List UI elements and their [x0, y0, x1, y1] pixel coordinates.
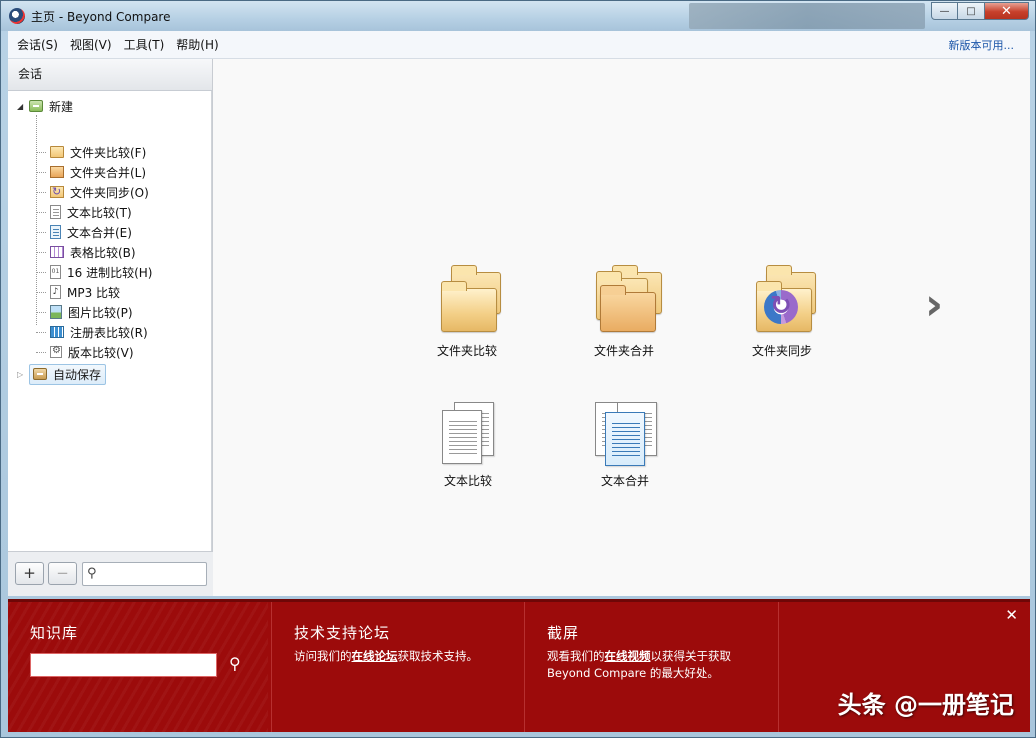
app-window: 主页 - Beyond Compare — □ ✕ 会话(S) 视图(V) 工具… — [0, 0, 1036, 738]
tree-item-folder-compare[interactable]: 文件夹比较(F) — [36, 143, 146, 161]
maximize-button[interactable]: □ — [958, 2, 985, 20]
tree-item-label: 文本合并(E) — [67, 225, 132, 240]
tree-item-label: 16 进制比较(H) — [67, 265, 153, 280]
tree-item-label: 版本比较(V) — [68, 345, 134, 360]
tree-item-hex-compare[interactable]: 01 16 进制比较(H) — [36, 263, 152, 281]
tree-item-label: 文本比较(T) — [67, 205, 132, 220]
tree-node-new-label: 新建 — [49, 99, 74, 114]
text-compare-icon — [436, 402, 500, 466]
tree-item-folder-sync[interactable]: 文件夹同步(O) — [36, 183, 149, 201]
close-button[interactable]: ✕ — [985, 2, 1029, 20]
tree-item-label: 文件夹合并(L) — [70, 165, 147, 180]
watermark-text: 头条 @一册笔记 — [837, 691, 1014, 719]
forum-section: 技术支持论坛 访问我们的在线论坛获取技术支持。 — [272, 602, 525, 732]
tree-item-label: 注册表比较(R) — [70, 325, 148, 340]
hex-compare-icon: 01 — [50, 265, 61, 279]
close-panel-button[interactable]: ✕ — [1005, 606, 1018, 624]
tile-text-merge[interactable]: 文本合并 — [570, 402, 680, 489]
tree-item-text-merge[interactable]: 文本合并(E) — [36, 223, 132, 241]
tile-folder-sync[interactable]: 文件夹同步 — [727, 265, 837, 359]
minimize-button[interactable]: — — [931, 2, 958, 20]
window-title: 主页 - Beyond Compare — [31, 10, 171, 24]
tree-item-label: MP3 比较 — [67, 285, 121, 300]
expanded-triangle-icon[interactable]: ◢ — [17, 102, 25, 111]
mp3-compare-icon: ♪ — [50, 285, 61, 299]
knowledge-base-title: 知识库 — [30, 624, 79, 642]
tree-item-picture-compare[interactable]: 图片比较(P) — [36, 303, 133, 321]
tree-item-label: 文件夹比较(F) — [70, 145, 147, 160]
picture-compare-icon — [50, 305, 62, 319]
sidebar-header: 会话 — [8, 59, 212, 91]
folder-compare-icon — [435, 265, 501, 336]
app-logo-icon — [9, 8, 25, 24]
tile-label: 文件夹合并 — [593, 344, 654, 358]
sidebar-footer: + − ⚲ — [8, 551, 213, 596]
knowledge-base-section: 知识库 ⚲ — [8, 602, 272, 732]
menu-bar: 会话(S) 视图(V) 工具(T) 帮助(H) 新版本可用... — [8, 31, 1030, 59]
sync-arrows-icon — [764, 290, 798, 324]
online-forum-link[interactable]: 在线论坛 — [352, 649, 398, 663]
tree-item-text-compare[interactable]: 文本比较(T) — [36, 203, 132, 221]
tree-item-version-compare[interactable]: 版本比较(V) — [36, 343, 134, 361]
menu-session[interactable]: 会话(S) — [8, 31, 64, 59]
folder-sync-icon — [750, 265, 816, 336]
new-version-link[interactable]: 新版本可用... — [949, 37, 1015, 53]
tree-item-label: 表格比较(B) — [70, 245, 136, 260]
registry-compare-icon — [50, 326, 64, 338]
add-session-button[interactable]: + — [15, 562, 44, 585]
next-page-chevron-icon[interactable]: › — [925, 283, 943, 327]
tree-node-new[interactable]: ◢ 新建 — [17, 97, 73, 115]
menu-tools[interactable]: 工具(T) — [118, 31, 171, 59]
table-compare-icon — [50, 246, 64, 258]
blurred-background-window — [689, 3, 925, 29]
tile-label: 文本合并 — [600, 474, 649, 488]
tile-folder-merge[interactable]: 文件夹合并 — [569, 265, 679, 359]
collapsed-triangle-icon[interactable]: ▷ — [17, 370, 25, 379]
session-search-input[interactable]: ⚲ — [82, 562, 207, 586]
folder-compare-icon — [50, 146, 64, 158]
tree-item-registry-compare[interactable]: 注册表比较(R) — [36, 323, 148, 341]
new-session-icon — [29, 100, 43, 112]
autosave-icon — [33, 368, 47, 380]
autosave-selection[interactable]: 自动保存 — [29, 363, 107, 385]
folder-merge-icon — [50, 166, 64, 178]
info-panel: 知识库 ⚲ 技术支持论坛 访问我们的在线论坛获取技术支持。 截屏 观看我们的在线… — [8, 599, 1030, 732]
version-compare-icon — [50, 345, 62, 358]
tree-item-label: 文件夹同步(O) — [70, 185, 149, 200]
text-compare-icon — [50, 205, 61, 219]
folder-merge-icon — [592, 265, 662, 336]
search-icon[interactable]: ⚲ — [229, 654, 241, 673]
knowledge-base-search-input[interactable] — [30, 653, 217, 677]
text-merge-icon — [50, 225, 61, 239]
tile-label: 文件夹同步 — [751, 344, 812, 358]
tile-label: 文件夹比较 — [436, 344, 497, 358]
tree-node-autosave[interactable]: ▷ 自动保存 — [17, 363, 107, 385]
tile-label: 文本比较 — [443, 474, 492, 488]
search-icon: ⚲ — [87, 566, 97, 581]
tree-node-autosave-label: 自动保存 — [53, 367, 102, 382]
forum-text: 访问我们的在线论坛获取技术支持。 — [294, 649, 478, 663]
folder-sync-icon — [50, 185, 64, 198]
tile-folder-compare[interactable]: 文件夹比较 — [412, 265, 522, 359]
screencast-section: 截屏 观看我们的在线视频以获得关于获取 Beyond Compare 的最大好处。 — [525, 602, 779, 732]
sessions-sidebar: 会话 ◢ 新建 文件夹比较(F) 文件夹合并(L) 文件夹同步(O) — [8, 59, 213, 596]
home-view: 文件夹比较 文件夹合并 文件夹同步 文本比较 — [213, 59, 1030, 596]
screencast-title: 截屏 — [547, 624, 580, 642]
tile-text-compare[interactable]: 文本比较 — [413, 402, 523, 489]
empty-section: ✕ 头条 @一册笔记 — [779, 602, 1030, 732]
forum-title: 技术支持论坛 — [294, 624, 391, 642]
menu-view[interactable]: 视图(V) — [64, 31, 118, 59]
screencast-text: 观看我们的在线视频以获得关于获取 Beyond Compare 的最大好处。 — [547, 649, 731, 680]
remove-session-button[interactable]: − — [48, 562, 77, 585]
tree-item-label: 图片比较(P) — [68, 305, 133, 320]
title-bar[interactable]: 主页 - Beyond Compare — □ ✕ — [1, 1, 1035, 31]
online-video-link[interactable]: 在线视频 — [605, 649, 651, 663]
tree-item-table-compare[interactable]: 表格比较(B) — [36, 243, 136, 261]
session-tree: ◢ 新建 文件夹比较(F) 文件夹合并(L) 文件夹同步(O) — [8, 91, 212, 551]
menu-help[interactable]: 帮助(H) — [170, 31, 224, 59]
tree-item-mp3-compare[interactable]: ♪ MP3 比较 — [36, 283, 120, 301]
tree-item-folder-merge[interactable]: 文件夹合并(L) — [36, 163, 146, 181]
window-controls: — □ ✕ — [931, 2, 1029, 20]
text-merge-icon — [593, 402, 657, 466]
